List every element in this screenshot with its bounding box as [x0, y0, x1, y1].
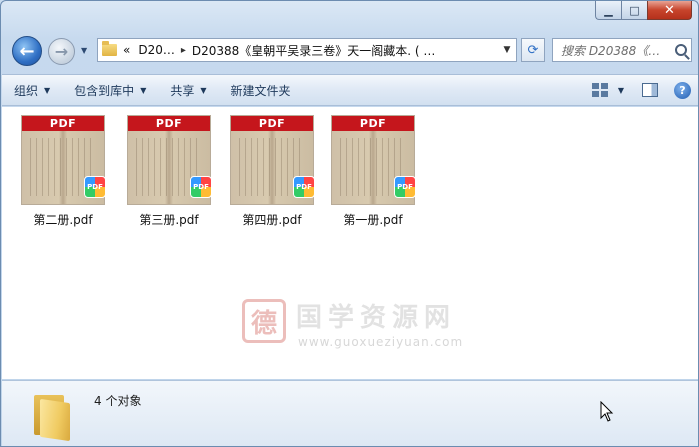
pdf-thumb-label: PDF	[22, 116, 104, 131]
pdf-thumb-label: PDF	[128, 116, 210, 131]
minimize-button[interactable]: ▁	[595, 1, 621, 20]
share-button[interactable]: 共享 ▼	[158, 77, 218, 103]
organize-label: 组织	[14, 83, 39, 98]
search-box[interactable]: 搜索 D20388《…	[552, 38, 692, 62]
command-toolbar: 组织 ▼ 包含到库中 ▼ 共享 ▼ 新建文件夹 ▼ ?	[2, 74, 698, 106]
pdf-thumb-label: PDF	[231, 116, 313, 131]
file-name[interactable]: 第二册.pdf	[33, 211, 92, 228]
folder-icon	[102, 41, 117, 56]
breadcrumb-overflow[interactable]: «	[123, 43, 130, 57]
file-item[interactable]: PDF PDF 第四册.pdf	[224, 115, 320, 228]
breadcrumb-item-current[interactable]: D20388《皇朝平吴录三卷》天一阁藏本. ( …	[192, 42, 436, 59]
pdf-app-icon: PDF	[394, 176, 416, 198]
search-icon[interactable]	[675, 44, 687, 56]
preview-pane-icon[interactable]	[642, 83, 658, 97]
pdf-app-icon: PDF	[84, 176, 106, 198]
pdf-thumbnail: PDF PDF	[331, 115, 416, 205]
file-item[interactable]: PDF PDF 第三册.pdf	[121, 115, 217, 228]
breadcrumb-item-parent[interactable]: D20…	[138, 43, 175, 57]
include-in-library-label: 包含到库中	[74, 83, 135, 98]
item-count: 4 个对象	[94, 394, 142, 408]
help-icon[interactable]: ?	[674, 81, 691, 99]
navigation-bar: ← → ▼ « D20… ▸ D20388《皇朝平吴录三卷》天一阁藏本. ( ……	[1, 33, 698, 69]
address-dropdown-icon[interactable]: ▼	[498, 45, 516, 55]
explorer-window: ▁ □ ✕ ← → ▼ « D20… ▸ D20388《皇朝平吴录三卷》天一阁藏…	[0, 0, 699, 447]
file-item[interactable]: PDF PDF 第二册.pdf	[15, 115, 111, 228]
view-options-chevron-icon[interactable]: ▼	[618, 86, 624, 95]
chevron-down-icon: ▼	[200, 85, 207, 95]
recent-pages-dropdown[interactable]: ▼	[81, 46, 91, 56]
file-name[interactable]: 第四册.pdf	[242, 211, 301, 228]
share-label: 共享	[170, 83, 195, 98]
new-folder-label: 新建文件夹	[230, 83, 291, 98]
pdf-thumb-label: PDF	[332, 116, 414, 131]
details-pane: 4 个对象	[2, 380, 698, 446]
address-bar[interactable]: « D20… ▸ D20388《皇朝平吴录三卷》天一阁藏本. ( … ▼	[97, 38, 517, 62]
watermark-url: www.guoxueziyuan.com	[298, 335, 464, 349]
close-button[interactable]: ✕	[647, 1, 692, 20]
file-name[interactable]: 第三册.pdf	[139, 211, 198, 228]
folder-icon	[30, 391, 74, 442]
pdf-app-icon: PDF	[293, 176, 315, 198]
chevron-down-icon: ▼	[44, 85, 51, 95]
pdf-app-icon: PDF	[190, 176, 212, 198]
watermark: 德 国学资源网 www.guoxueziyuan.com	[242, 297, 482, 357]
file-item[interactable]: PDF PDF 第一册.pdf	[325, 115, 421, 228]
caption-buttons: ▁ □ ✕	[595, 1, 692, 21]
file-list-area[interactable]: PDF PDF 第二册.pdf PDF PDF 第三册.pdf PDF PDF …	[2, 107, 698, 379]
toolbar-right: ▼ ?	[591, 81, 698, 99]
watermark-seal: 德	[242, 299, 286, 343]
back-button[interactable]: ←	[12, 36, 42, 66]
chevron-down-icon: ▼	[140, 85, 147, 95]
include-in-library-button[interactable]: 包含到库中 ▼	[62, 77, 158, 103]
watermark-text: 国学资源网	[296, 303, 457, 333]
organize-button[interactable]: 组织 ▼	[2, 77, 62, 103]
breadcrumb-separator-icon[interactable]: ▸	[181, 45, 186, 56]
pdf-thumbnail: PDF PDF	[21, 115, 106, 205]
refresh-button[interactable]: ⟳	[521, 38, 545, 62]
pdf-thumbnail: PDF PDF	[127, 115, 212, 205]
maximize-button[interactable]: □	[621, 1, 647, 20]
forward-button[interactable]: →	[48, 38, 75, 65]
change-view-icon[interactable]	[591, 83, 608, 97]
search-input[interactable]: 搜索 D20388《…	[561, 42, 673, 59]
pdf-thumbnail: PDF PDF	[230, 115, 315, 205]
file-name[interactable]: 第一册.pdf	[343, 211, 402, 228]
new-folder-button[interactable]: 新建文件夹	[219, 77, 303, 103]
